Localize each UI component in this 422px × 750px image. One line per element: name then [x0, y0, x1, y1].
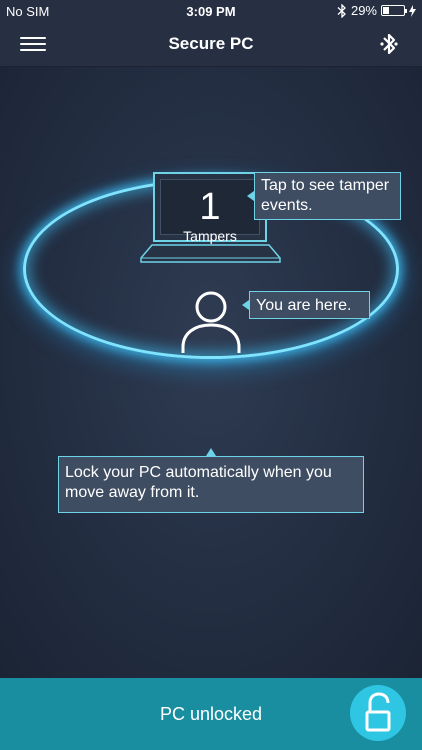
page-title: Secure PC [168, 34, 254, 53]
tamper-callout-pointer [247, 191, 254, 201]
charging-icon [409, 4, 416, 17]
here-callout-pointer [242, 300, 249, 310]
battery-percent: 29% [350, 3, 377, 18]
tamper-events-callout[interactable]: Tap to see tamper events. [254, 172, 401, 220]
status-bar: No SIM 3:09 PM 29% [0, 0, 422, 22]
bluetooth-button[interactable] [378, 31, 400, 57]
nav-bar: Secure PC [0, 22, 422, 67]
bluetooth-icon [337, 3, 346, 18]
laptop-base [140, 244, 281, 263]
unlocked-padlock-icon [365, 692, 391, 732]
lock-button[interactable] [350, 685, 406, 741]
lock-callout-pointer [206, 448, 216, 456]
you-are-here-callout: You are here. [249, 291, 370, 319]
status-icons: 29% [337, 3, 416, 18]
laptop-screen: 1 Tampers [153, 172, 267, 244]
auto-lock-info-callout: Lock your PC automatically when you move… [58, 456, 364, 513]
tamper-label: Tampers [183, 228, 237, 244]
user-location-icon [181, 291, 241, 353]
bluetooth-icon [380, 33, 398, 55]
battery-icon [381, 5, 407, 16]
proximity-stage: 1 Tampers Tap to see tamper events. You … [0, 67, 422, 678]
tamper-count: 1 [199, 186, 221, 228]
